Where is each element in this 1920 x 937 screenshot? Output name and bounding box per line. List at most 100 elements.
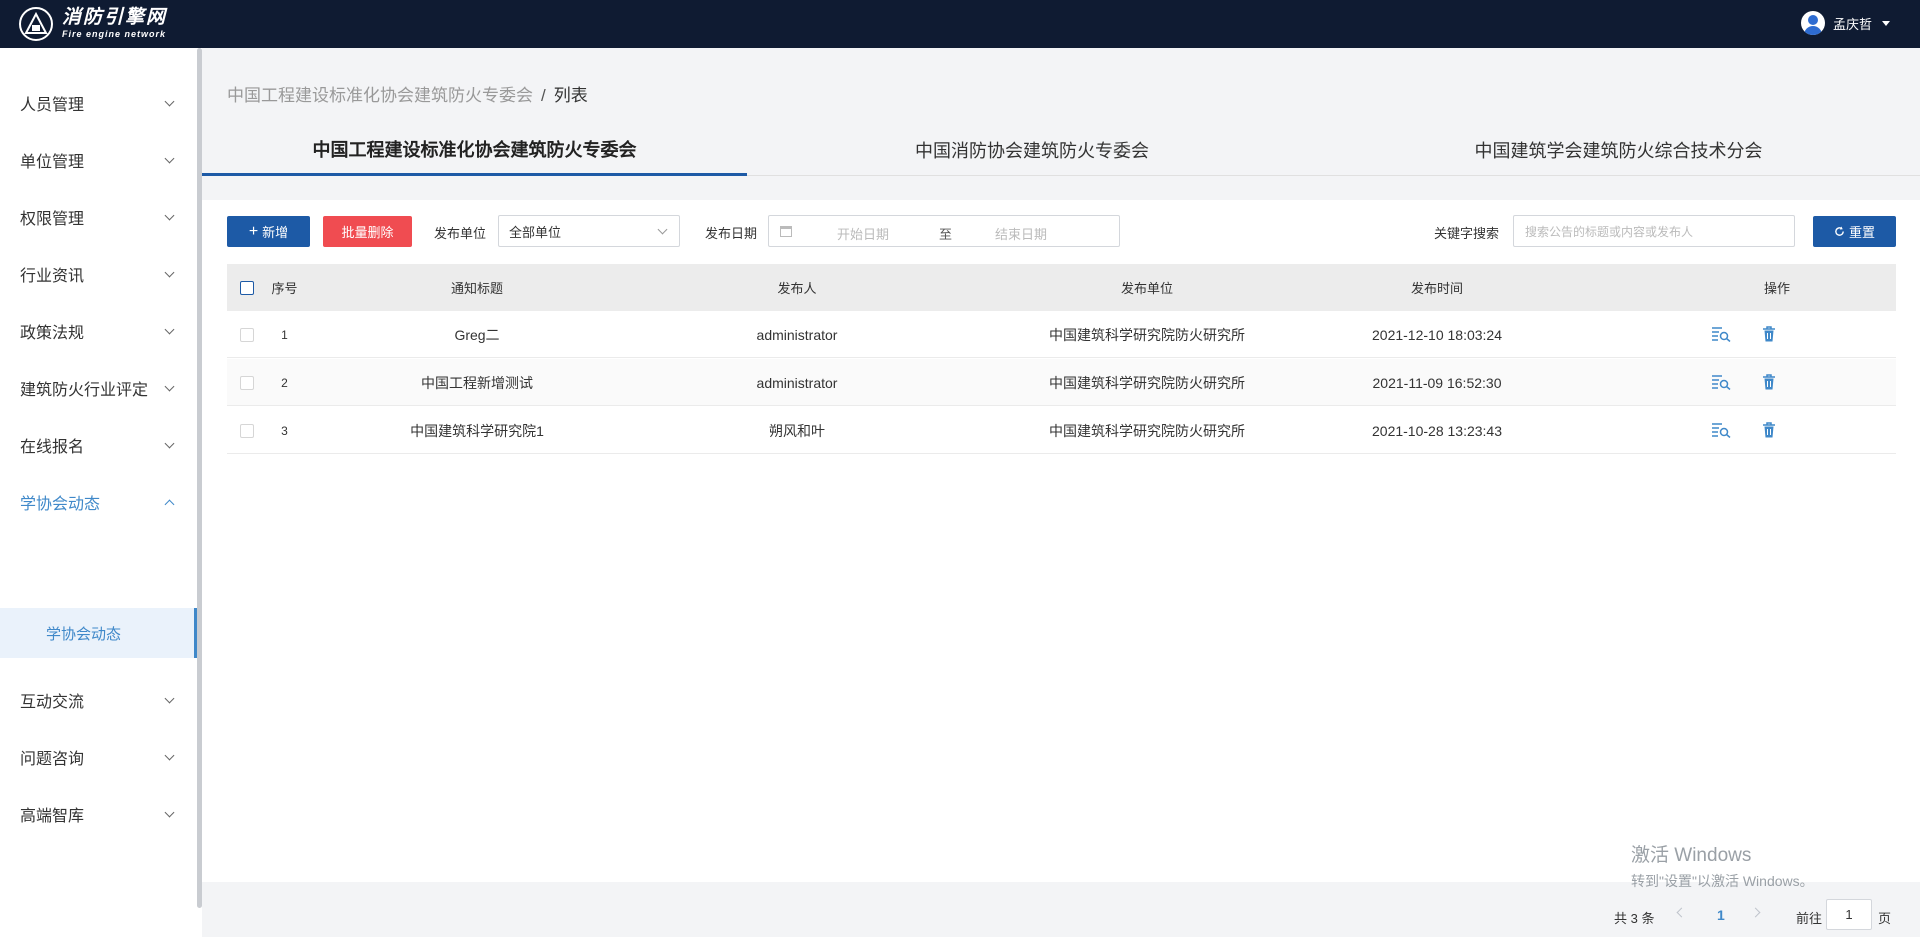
keyword-search-label: 关键字搜索 bbox=[1434, 226, 1500, 241]
calendar-icon bbox=[780, 226, 792, 237]
chevron-up-icon bbox=[164, 499, 175, 510]
chevron-down-icon bbox=[164, 267, 175, 278]
chevron-down-icon bbox=[164, 438, 175, 449]
chevron-right-icon[interactable] bbox=[1750, 907, 1761, 918]
watermark-subtitle: 转到"设置"以激活 Windows。 bbox=[1631, 873, 1814, 889]
column-header-title: 通知标题 bbox=[450, 281, 503, 296]
row-checkbox[interactable] bbox=[240, 375, 254, 390]
breadcrumb-separator: / bbox=[541, 86, 546, 105]
sidebar: 人员管理 单位管理 权限管理 行业资讯 政策法规 建筑防火行业评定 在线报名 学… bbox=[0, 48, 202, 937]
delete-icon[interactable] bbox=[1762, 326, 1776, 342]
goto-page-input[interactable]: 1 bbox=[1826, 899, 1872, 930]
row-publisher: administrator bbox=[756, 326, 838, 343]
logo-subtitle: Fire engine network bbox=[62, 29, 167, 39]
goto-suffix: 页 bbox=[1878, 911, 1892, 926]
sidebar-item-label: 人员管理 bbox=[20, 97, 85, 114]
site-logo[interactable]: 消防引擎网 Fire engine network bbox=[18, 6, 167, 42]
chevron-down-icon bbox=[164, 807, 175, 818]
row-unit: 中国建筑科学研究院防火研究所 bbox=[1049, 326, 1245, 343]
row-title: Greg二 bbox=[454, 326, 500, 343]
sidebar-item-label: 在线报名 bbox=[20, 439, 85, 456]
caret-down-icon bbox=[1882, 20, 1890, 26]
refresh-icon bbox=[1835, 226, 1844, 236]
keyword-search-input[interactable]: 搜索公告的标题或内容或发布人 bbox=[1513, 215, 1795, 247]
pagination-total: 共 3 条 bbox=[1614, 911, 1655, 926]
row-time: 2021-10-28 13:23:43 bbox=[1372, 422, 1502, 439]
select-all-checkbox[interactable] bbox=[240, 280, 254, 295]
row-publisher: 朔风和叶 bbox=[769, 422, 825, 439]
date-range-separator: 至 bbox=[939, 227, 953, 242]
row-unit: 中国建筑科学研究院防火研究所 bbox=[1049, 374, 1245, 391]
end-date-input[interactable]: 结束日期 bbox=[995, 224, 1047, 243]
row-checkbox[interactable] bbox=[240, 423, 254, 438]
chevron-down-icon bbox=[657, 224, 668, 235]
sidebar-item-think-tank[interactable]: 高端智库 bbox=[0, 779, 197, 849]
breadcrumb: 中国工程建设标准化协会建筑防火专委会 / 列表 bbox=[227, 81, 588, 106]
table-row: 1 Greg二 administrator 中国建筑科学研究院防火研究所 202… bbox=[227, 311, 1896, 358]
column-header-actions: 操作 bbox=[1763, 281, 1790, 296]
column-header-publisher: 发布人 bbox=[777, 281, 817, 296]
view-details-icon[interactable] bbox=[1711, 326, 1731, 342]
user-avatar-icon bbox=[1800, 11, 1825, 35]
sidebar-subitem-association-news[interactable]: 学协会动态 bbox=[0, 608, 197, 658]
add-button[interactable]: + 新增 bbox=[227, 216, 310, 247]
column-header-no: 序号 bbox=[271, 281, 298, 296]
chevron-down-icon bbox=[164, 750, 175, 761]
date-filter-label: 发布日期 bbox=[705, 226, 758, 241]
top-bar: 消防引擎网 Fire engine network 孟庆哲 bbox=[0, 0, 1920, 48]
user-menu[interactable]: 孟庆哲 bbox=[1800, 11, 1890, 35]
delete-icon[interactable] bbox=[1762, 374, 1776, 390]
tab-standardization-association[interactable]: 中国工程建设标准化协会建筑防火专委会 bbox=[202, 124, 747, 176]
unit-select[interactable]: 全部单位 bbox=[498, 215, 680, 247]
row-time: 2021-11-09 16:52:30 bbox=[1372, 374, 1502, 391]
date-range-picker[interactable]: 开始日期 至 结束日期 bbox=[768, 215, 1120, 247]
sidebar-item-label: 权限管理 bbox=[20, 211, 85, 228]
windows-activation-watermark: 激活 Windows 转到"设置"以激活 Windows。 bbox=[1631, 840, 1814, 891]
table-header: 序号 通知标题 发布人 发布单位 发布时间 操作 bbox=[227, 264, 1896, 311]
row-title: 中国建筑科学研究院1 bbox=[410, 422, 544, 439]
reset-button-label: 重置 bbox=[1848, 225, 1875, 240]
add-button-label: 新增 bbox=[262, 225, 289, 240]
breadcrumb-parent[interactable]: 中国工程建设标准化协会建筑防火专委会 bbox=[227, 86, 533, 105]
row-checkbox[interactable] bbox=[240, 327, 254, 342]
chevron-left-icon[interactable] bbox=[1676, 907, 1687, 918]
watermark-title: 激活 Windows bbox=[1631, 845, 1752, 866]
pagination-page-1[interactable]: 1 bbox=[1717, 907, 1725, 923]
tab-architecture-society[interactable]: 中国建筑学会建筑防火综合技术分会 bbox=[1317, 124, 1920, 176]
unit-filter-label: 发布单位 bbox=[434, 226, 487, 241]
table-row: 3 中国建筑科学研究院1 朔风和叶 中国建筑科学研究院防火研究所 2021-10… bbox=[227, 407, 1896, 454]
row-no: 2 bbox=[281, 375, 288, 390]
row-title: 中国工程新增测试 bbox=[421, 374, 533, 391]
user-name: 孟庆哲 bbox=[1832, 16, 1872, 32]
tab-bar: 中国工程建设标准化协会建筑防火专委会 中国消防协会建筑防火专委会 中国建筑学会建… bbox=[202, 124, 1920, 176]
view-details-icon[interactable] bbox=[1711, 374, 1731, 390]
sidebar-item-label: 行业资讯 bbox=[20, 268, 85, 285]
tab-fire-protection-association[interactable]: 中国消防协会建筑防火专委会 bbox=[747, 124, 1317, 176]
list-panel: + 新增 批量删除 发布单位 全部单位 发布日期 开始日期 至 结束日期 关键字搜… bbox=[202, 200, 1920, 882]
chevron-down-icon bbox=[164, 693, 175, 704]
row-publisher: administrator bbox=[756, 374, 838, 391]
chevron-down-icon bbox=[164, 381, 175, 392]
sidebar-item-label: 政策法规 bbox=[20, 325, 85, 342]
chevron-down-icon bbox=[164, 210, 175, 221]
batch-delete-button[interactable]: 批量删除 bbox=[323, 216, 412, 247]
select-all-cell bbox=[237, 264, 257, 311]
row-select-cell bbox=[237, 311, 257, 358]
sidebar-item-label: 建筑防火行业评定 bbox=[20, 382, 149, 399]
row-time: 2021-12-10 18:03:24 bbox=[1372, 326, 1502, 343]
chevron-down-icon bbox=[164, 324, 175, 335]
start-date-input[interactable]: 开始日期 bbox=[837, 224, 889, 243]
column-header-unit: 发布单位 bbox=[1120, 281, 1173, 296]
sidebar-item-label: 学协会动态 bbox=[20, 496, 101, 513]
row-select-cell bbox=[237, 359, 257, 406]
sidebar-item-association-news[interactable]: 学协会动态 bbox=[0, 467, 197, 537]
table-row: 2 中国工程新增测试 administrator 中国建筑科学研究院防火研究所 … bbox=[227, 359, 1896, 406]
logo-title: 消防引擎网 bbox=[62, 7, 168, 28]
logo-emblem-icon bbox=[19, 7, 53, 41]
row-unit: 中国建筑科学研究院防火研究所 bbox=[1049, 422, 1245, 439]
chevron-down-icon bbox=[164, 96, 175, 107]
reset-button[interactable]: 重置 bbox=[1813, 216, 1896, 247]
delete-icon[interactable] bbox=[1762, 422, 1776, 438]
view-details-icon[interactable] bbox=[1711, 422, 1731, 438]
row-no: 3 bbox=[281, 423, 288, 438]
